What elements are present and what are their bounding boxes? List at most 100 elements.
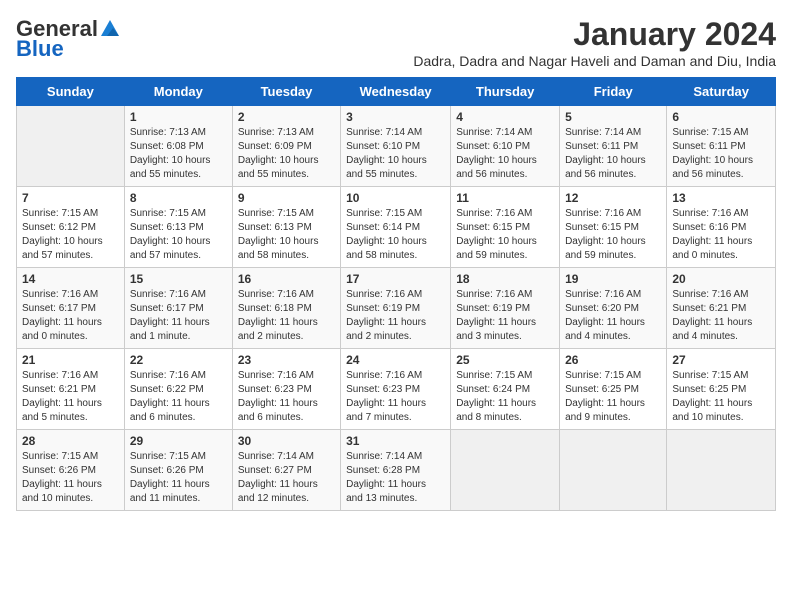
page-header: General Blue January 2024 Dadra, Dadra a… (16, 16, 776, 69)
day-info: Sunrise: 7:16 AM Sunset: 6:23 PM Dayligh… (238, 369, 335, 425)
day-info: Sunrise: 7:15 AM Sunset: 6:12 PM Dayligh… (22, 207, 119, 263)
calendar-cell: 25Sunrise: 7:15 AM Sunset: 6:24 PM Dayli… (451, 349, 560, 430)
day-info: Sunrise: 7:16 AM Sunset: 6:21 PM Dayligh… (22, 369, 119, 425)
calendar-cell: 21 Sunrise: 7:16 AM Sunset: 6:21 PM Dayli… (17, 349, 125, 430)
logo: General Blue (16, 16, 122, 62)
day-info: Sunrise: 7:15 AM Sunset: 6:11 PM Dayligh… (672, 126, 770, 182)
location-title: Dadra, Dadra and Nagar Haveli and Daman … (413, 53, 776, 69)
calendar-cell: 31 Sunrise: 7:14 AM Sunset: 6:28 PM Dayli… (341, 430, 451, 511)
day-number: 20 (672, 272, 770, 286)
day-number: 17 (346, 272, 445, 286)
day-number: 2 (238, 110, 335, 124)
day-number: 27 (672, 353, 770, 367)
day-info: Sunrise: 7:15 AM Sunset: 6:24 PM Dayligh… (456, 369, 554, 425)
calendar-cell: 1Sunrise: 7:13 AM Sunset: 6:08 PM Daylig… (124, 106, 232, 187)
day-number: 18 (456, 272, 554, 286)
calendar-cell: 3Sunrise: 7:14 AM Sunset: 6:10 PM Daylig… (341, 106, 451, 187)
day-number: 23 (238, 353, 335, 367)
day-of-week-header: Thursday (451, 78, 560, 106)
calendar-cell (560, 430, 667, 511)
day-number: 31 (346, 434, 445, 448)
day-info: Sunrise: 7:16 AM Sunset: 6:19 PM Dayligh… (456, 288, 554, 344)
calendar-cell: 6 Sunrise: 7:15 AM Sunset: 6:11 PM Daylig… (667, 106, 776, 187)
calendar-cell: 13 Sunrise: 7:16 AM Sunset: 6:16 PM Dayli… (667, 187, 776, 268)
day-number: 14 (22, 272, 119, 286)
calendar-cell: 27Sunrise: 7:15 AM Sunset: 6:25 PM Dayli… (667, 349, 776, 430)
day-number: 7 (22, 191, 119, 205)
calendar-cell: 17 Sunrise: 7:16 AM Sunset: 6:19 PM Dayli… (341, 268, 451, 349)
day-number: 12 (565, 191, 661, 205)
calendar-cell: 26Sunrise: 7:15 AM Sunset: 6:25 PM Dayli… (560, 349, 667, 430)
day-number: 29 (130, 434, 227, 448)
calendar-cell: 8 Sunrise: 7:15 AM Sunset: 6:13 PM Daylig… (124, 187, 232, 268)
day-info: Sunrise: 7:14 AM Sunset: 6:11 PM Dayligh… (565, 126, 661, 182)
day-info: Sunrise: 7:16 AM Sunset: 6:18 PM Dayligh… (238, 288, 335, 344)
day-number: 9 (238, 191, 335, 205)
day-number: 26 (565, 353, 661, 367)
day-number: 10 (346, 191, 445, 205)
day-number: 11 (456, 191, 554, 205)
day-info: Sunrise: 7:15 AM Sunset: 6:13 PM Dayligh… (238, 207, 335, 263)
calendar-cell: 28 Sunrise: 7:15 AM Sunset: 6:26 PM Dayli… (17, 430, 125, 511)
day-number: 19 (565, 272, 661, 286)
calendar-table: SundayMondayTuesdayWednesdayThursdayFrid… (16, 77, 776, 511)
calendar-cell: 2Sunrise: 7:13 AM Sunset: 6:09 PM Daylig… (232, 106, 340, 187)
calendar-cell: 29Sunrise: 7:15 AM Sunset: 6:26 PM Dayli… (124, 430, 232, 511)
calendar-cell: 15 Sunrise: 7:16 AM Sunset: 6:17 PM Dayli… (124, 268, 232, 349)
calendar-cell: 19 Sunrise: 7:16 AM Sunset: 6:20 PM Dayli… (560, 268, 667, 349)
day-number: 28 (22, 434, 119, 448)
day-number: 1 (130, 110, 227, 124)
day-info: Sunrise: 7:16 AM Sunset: 6:17 PM Dayligh… (22, 288, 119, 344)
day-info: Sunrise: 7:16 AM Sunset: 6:19 PM Dayligh… (346, 288, 445, 344)
day-info: Sunrise: 7:16 AM Sunset: 6:15 PM Dayligh… (456, 207, 554, 263)
day-number: 8 (130, 191, 227, 205)
day-of-week-header: Monday (124, 78, 232, 106)
calendar-header-row: SundayMondayTuesdayWednesdayThursdayFrid… (17, 78, 776, 106)
calendar-week-row: 7 Sunrise: 7:15 AM Sunset: 6:12 PM Daylig… (17, 187, 776, 268)
calendar-cell: 10Sunrise: 7:15 AM Sunset: 6:14 PM Dayli… (341, 187, 451, 268)
day-info: Sunrise: 7:16 AM Sunset: 6:17 PM Dayligh… (130, 288, 227, 344)
day-info: Sunrise: 7:16 AM Sunset: 6:21 PM Dayligh… (672, 288, 770, 344)
day-number: 16 (238, 272, 335, 286)
day-info: Sunrise: 7:14 AM Sunset: 6:10 PM Dayligh… (346, 126, 445, 182)
day-number: 22 (130, 353, 227, 367)
day-number: 24 (346, 353, 445, 367)
day-of-week-header: Tuesday (232, 78, 340, 106)
day-info: Sunrise: 7:16 AM Sunset: 6:22 PM Dayligh… (130, 369, 227, 425)
calendar-week-row: 21 Sunrise: 7:16 AM Sunset: 6:21 PM Dayli… (17, 349, 776, 430)
day-number: 13 (672, 191, 770, 205)
calendar-cell: 11 Sunrise: 7:16 AM Sunset: 6:15 PM Dayli… (451, 187, 560, 268)
day-info: Sunrise: 7:16 AM Sunset: 6:20 PM Dayligh… (565, 288, 661, 344)
calendar-week-row: 14 Sunrise: 7:16 AM Sunset: 6:17 PM Dayli… (17, 268, 776, 349)
day-info: Sunrise: 7:16 AM Sunset: 6:23 PM Dayligh… (346, 369, 445, 425)
day-number: 15 (130, 272, 227, 286)
calendar-cell: 24 Sunrise: 7:16 AM Sunset: 6:23 PM Dayli… (341, 349, 451, 430)
day-number: 6 (672, 110, 770, 124)
day-info: Sunrise: 7:15 AM Sunset: 6:13 PM Dayligh… (130, 207, 227, 263)
calendar-cell: 20 Sunrise: 7:16 AM Sunset: 6:21 PM Dayli… (667, 268, 776, 349)
day-info: Sunrise: 7:15 AM Sunset: 6:26 PM Dayligh… (22, 450, 119, 506)
calendar-cell: 9 Sunrise: 7:15 AM Sunset: 6:13 PM Daylig… (232, 187, 340, 268)
calendar-cell: 7 Sunrise: 7:15 AM Sunset: 6:12 PM Daylig… (17, 187, 125, 268)
logo-icon (99, 18, 121, 40)
month-title: January 2024 (413, 16, 776, 53)
calendar-cell (17, 106, 125, 187)
day-info: Sunrise: 7:14 AM Sunset: 6:28 PM Dayligh… (346, 450, 445, 506)
calendar-cell: 5Sunrise: 7:14 AM Sunset: 6:11 PM Daylig… (560, 106, 667, 187)
day-number: 30 (238, 434, 335, 448)
calendar-cell: 30Sunrise: 7:14 AM Sunset: 6:27 PM Dayli… (232, 430, 340, 511)
day-number: 4 (456, 110, 554, 124)
calendar-cell: 4Sunrise: 7:14 AM Sunset: 6:10 PM Daylig… (451, 106, 560, 187)
day-of-week-header: Friday (560, 78, 667, 106)
day-of-week-header: Saturday (667, 78, 776, 106)
day-number: 21 (22, 353, 119, 367)
calendar-cell: 18 Sunrise: 7:16 AM Sunset: 6:19 PM Dayli… (451, 268, 560, 349)
calendar-cell: 12 Sunrise: 7:16 AM Sunset: 6:15 PM Dayli… (560, 187, 667, 268)
calendar-cell (451, 430, 560, 511)
day-info: Sunrise: 7:16 AM Sunset: 6:15 PM Dayligh… (565, 207, 661, 263)
day-info: Sunrise: 7:16 AM Sunset: 6:16 PM Dayligh… (672, 207, 770, 263)
day-of-week-header: Wednesday (341, 78, 451, 106)
calendar-cell: 23 Sunrise: 7:16 AM Sunset: 6:23 PM Dayli… (232, 349, 340, 430)
calendar-cell: 14 Sunrise: 7:16 AM Sunset: 6:17 PM Dayli… (17, 268, 125, 349)
calendar-cell: 16 Sunrise: 7:16 AM Sunset: 6:18 PM Dayli… (232, 268, 340, 349)
